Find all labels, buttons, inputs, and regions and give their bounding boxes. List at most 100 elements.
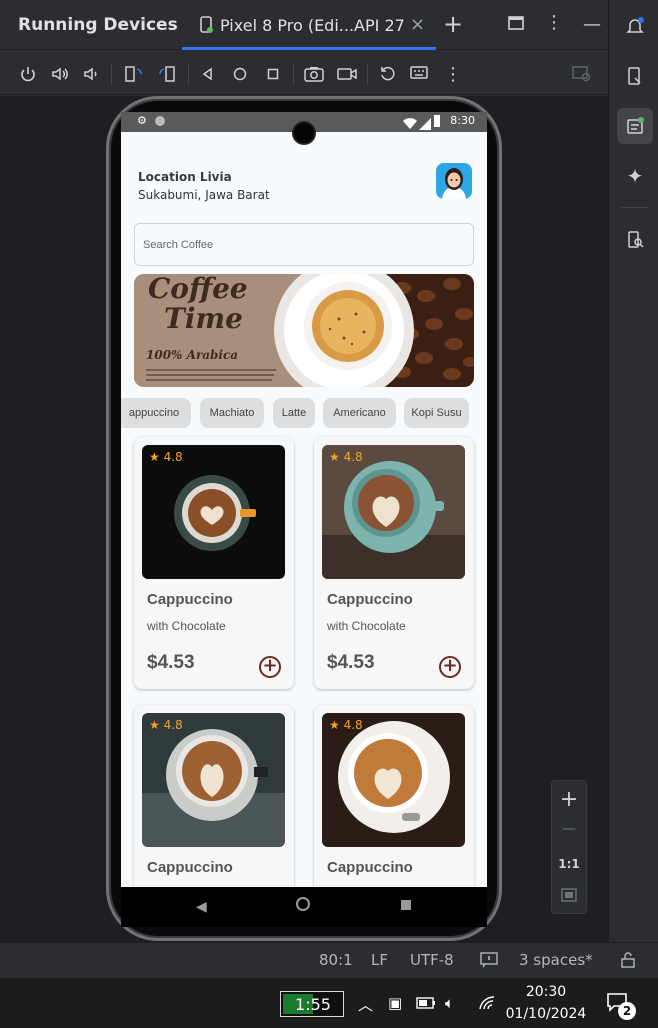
front-camera bbox=[292, 121, 316, 145]
nav-home-icon[interactable] bbox=[296, 897, 310, 911]
indent-setting[interactable]: 3 spaces* bbox=[519, 951, 593, 969]
volume-up-icon[interactable] bbox=[49, 63, 71, 85]
clock-time[interactable]: 20:30 bbox=[500, 984, 592, 1000]
camera-tray-icon[interactable]: ▣ bbox=[388, 994, 402, 1012]
product-name: Cappuccino bbox=[327, 591, 413, 608]
chip-americano[interactable]: Americano bbox=[323, 398, 396, 428]
line-ending[interactable]: LF bbox=[371, 951, 388, 969]
signal-icon bbox=[419, 115, 431, 134]
add-to-cart-icon[interactable]: + bbox=[259, 656, 281, 678]
file-encoding[interactable]: UTF-8 bbox=[410, 951, 454, 969]
speaker-icon[interactable]: 🔈︎ bbox=[445, 994, 454, 1012]
status-time: 8:30 bbox=[450, 114, 475, 127]
chip-latte[interactable]: Latte bbox=[273, 398, 315, 428]
star-icon: ★ bbox=[329, 718, 340, 732]
minimize-icon[interactable]: — bbox=[583, 14, 601, 35]
chevron-up-icon[interactable]: ︿ bbox=[358, 994, 373, 1015]
product-card[interactable]: ★ 4.8 Cappuccino with Chocolate $4.53 + bbox=[314, 437, 474, 689]
battery-tray-icon[interactable] bbox=[416, 995, 436, 1013]
gemini-icon[interactable]: ✦ bbox=[617, 158, 653, 194]
os-taskbar: 1:55 ︿ ▣ 🔈︎ 20:30 01/10/2024 2 bbox=[0, 978, 658, 1028]
rotate-right-icon[interactable] bbox=[156, 63, 178, 85]
toolbar-divider bbox=[188, 63, 189, 85]
device-manager-icon[interactable] bbox=[617, 58, 653, 94]
product-price: $4.53 bbox=[327, 652, 375, 673]
record-icon[interactable] bbox=[336, 63, 358, 85]
rating: ★ 4.8 bbox=[329, 450, 363, 464]
tab-device[interactable]: Pixel 8 Pro (Edi...API 27 × bbox=[182, 4, 436, 50]
add-to-cart-icon[interactable]: + bbox=[439, 656, 461, 678]
more-options-icon[interactable]: ⋮ bbox=[545, 12, 563, 33]
more-actions-icon[interactable]: ⋮ bbox=[442, 63, 464, 85]
product-subtitle: with Chocolate bbox=[147, 619, 226, 633]
location-subtitle: Sukabumi, Jawa Barat bbox=[138, 188, 270, 202]
chip-machiato[interactable]: Machiato bbox=[200, 398, 264, 428]
search-input[interactable]: Search Coffee bbox=[134, 223, 474, 266]
volume-down-icon[interactable] bbox=[80, 63, 102, 85]
rating-value: 4.8 bbox=[163, 718, 183, 732]
star-icon: ★ bbox=[329, 450, 340, 464]
star-icon: ★ bbox=[149, 718, 160, 732]
tab-device-label: Pixel 8 Pro (Edi...API 27 bbox=[220, 16, 405, 35]
zoom-controls: + — 1:1 bbox=[551, 780, 587, 914]
lock-icon[interactable] bbox=[620, 952, 636, 972]
rating-value: 4.8 bbox=[343, 450, 363, 464]
power-icon[interactable] bbox=[17, 63, 39, 85]
toolbar-divider bbox=[293, 63, 294, 85]
chip-kopi-susu[interactable]: Kopi Susu bbox=[404, 398, 469, 428]
product-card[interactable]: ★ 4.8 Cappuccino bbox=[134, 705, 294, 887]
nav-back-icon[interactable]: ◀ bbox=[196, 899, 207, 915]
screenshot-icon[interactable] bbox=[303, 63, 325, 85]
avatar[interactable] bbox=[436, 163, 472, 199]
notifications-icon[interactable] bbox=[617, 8, 653, 44]
zoom-in-icon[interactable]: + bbox=[552, 787, 586, 812]
home-icon[interactable] bbox=[229, 63, 251, 85]
running-devices-icon[interactable] bbox=[617, 108, 653, 144]
product-card[interactable]: ★ 4.8 Cappuccino bbox=[314, 705, 474, 887]
device-toolbar: ⋮ bbox=[0, 51, 608, 95]
battery-icon bbox=[434, 115, 440, 127]
category-chips: appuccino Machiato Latte Americano Kopi … bbox=[121, 398, 487, 428]
product-name: Cappuccino bbox=[147, 591, 233, 608]
nav-overview-icon[interactable] bbox=[401, 900, 411, 910]
zoom-actual-size[interactable]: 1:1 bbox=[552, 857, 586, 871]
back-icon[interactable] bbox=[197, 63, 219, 85]
clock-date[interactable]: 01/10/2024 bbox=[500, 1006, 592, 1022]
battery-time: 1:55 bbox=[295, 995, 331, 1014]
zoom-fit-icon[interactable] bbox=[552, 887, 586, 906]
inspections-icon[interactable] bbox=[480, 952, 498, 972]
notification-count: 2 bbox=[618, 1002, 636, 1020]
banner-subtitle: 100% Arabica bbox=[146, 348, 239, 362]
toolbar-divider bbox=[367, 63, 368, 85]
window-layout-icon[interactable] bbox=[508, 15, 524, 35]
device-explorer-icon[interactable] bbox=[617, 222, 653, 258]
keyboard-icon[interactable] bbox=[409, 63, 431, 85]
promo-banner[interactable]: Coffee Time 100% Arabica bbox=[134, 274, 474, 387]
reset-icon[interactable] bbox=[377, 63, 399, 85]
banner-title-line2: Time bbox=[164, 302, 243, 335]
product-name: Cappuccino bbox=[327, 859, 413, 876]
product-card[interactable]: ★ 4.8 Cappuccino with Chocolate $4.53 + bbox=[134, 437, 294, 689]
layout-inspector-icon[interactable] bbox=[571, 63, 593, 85]
caret-position[interactable]: 80:1 bbox=[319, 951, 353, 969]
network-icon[interactable] bbox=[478, 995, 496, 1015]
product-name: Cappuccino bbox=[147, 859, 233, 876]
product-image: ★ 4.8 bbox=[142, 445, 285, 579]
right-tool-strip: ✦ bbox=[608, 0, 658, 942]
product-image: ★ 4.8 bbox=[322, 445, 465, 579]
rotate-left-icon[interactable] bbox=[123, 63, 145, 85]
star-icon: ★ bbox=[149, 450, 160, 464]
chip-cappuccino[interactable]: appuccino bbox=[121, 398, 191, 428]
wifi-icon bbox=[403, 115, 417, 134]
close-icon[interactable]: × bbox=[410, 14, 425, 35]
banner-title-line1: Coffee bbox=[148, 274, 248, 305]
overview-icon[interactable] bbox=[262, 63, 284, 85]
rating: ★ 4.8 bbox=[149, 718, 183, 732]
android-nav-bar: ◀ bbox=[121, 887, 487, 927]
phone-screen[interactable]: ⚙ 8:30 Location Livia Sukabumi, Jawa Bar… bbox=[121, 112, 487, 887]
zoom-out-icon[interactable]: — bbox=[552, 821, 586, 837]
rating-value: 4.8 bbox=[163, 450, 183, 464]
strip-divider bbox=[621, 207, 649, 208]
battery-widget[interactable]: 1:55 bbox=[280, 991, 344, 1017]
add-tab-icon[interactable]: + bbox=[443, 10, 463, 38]
